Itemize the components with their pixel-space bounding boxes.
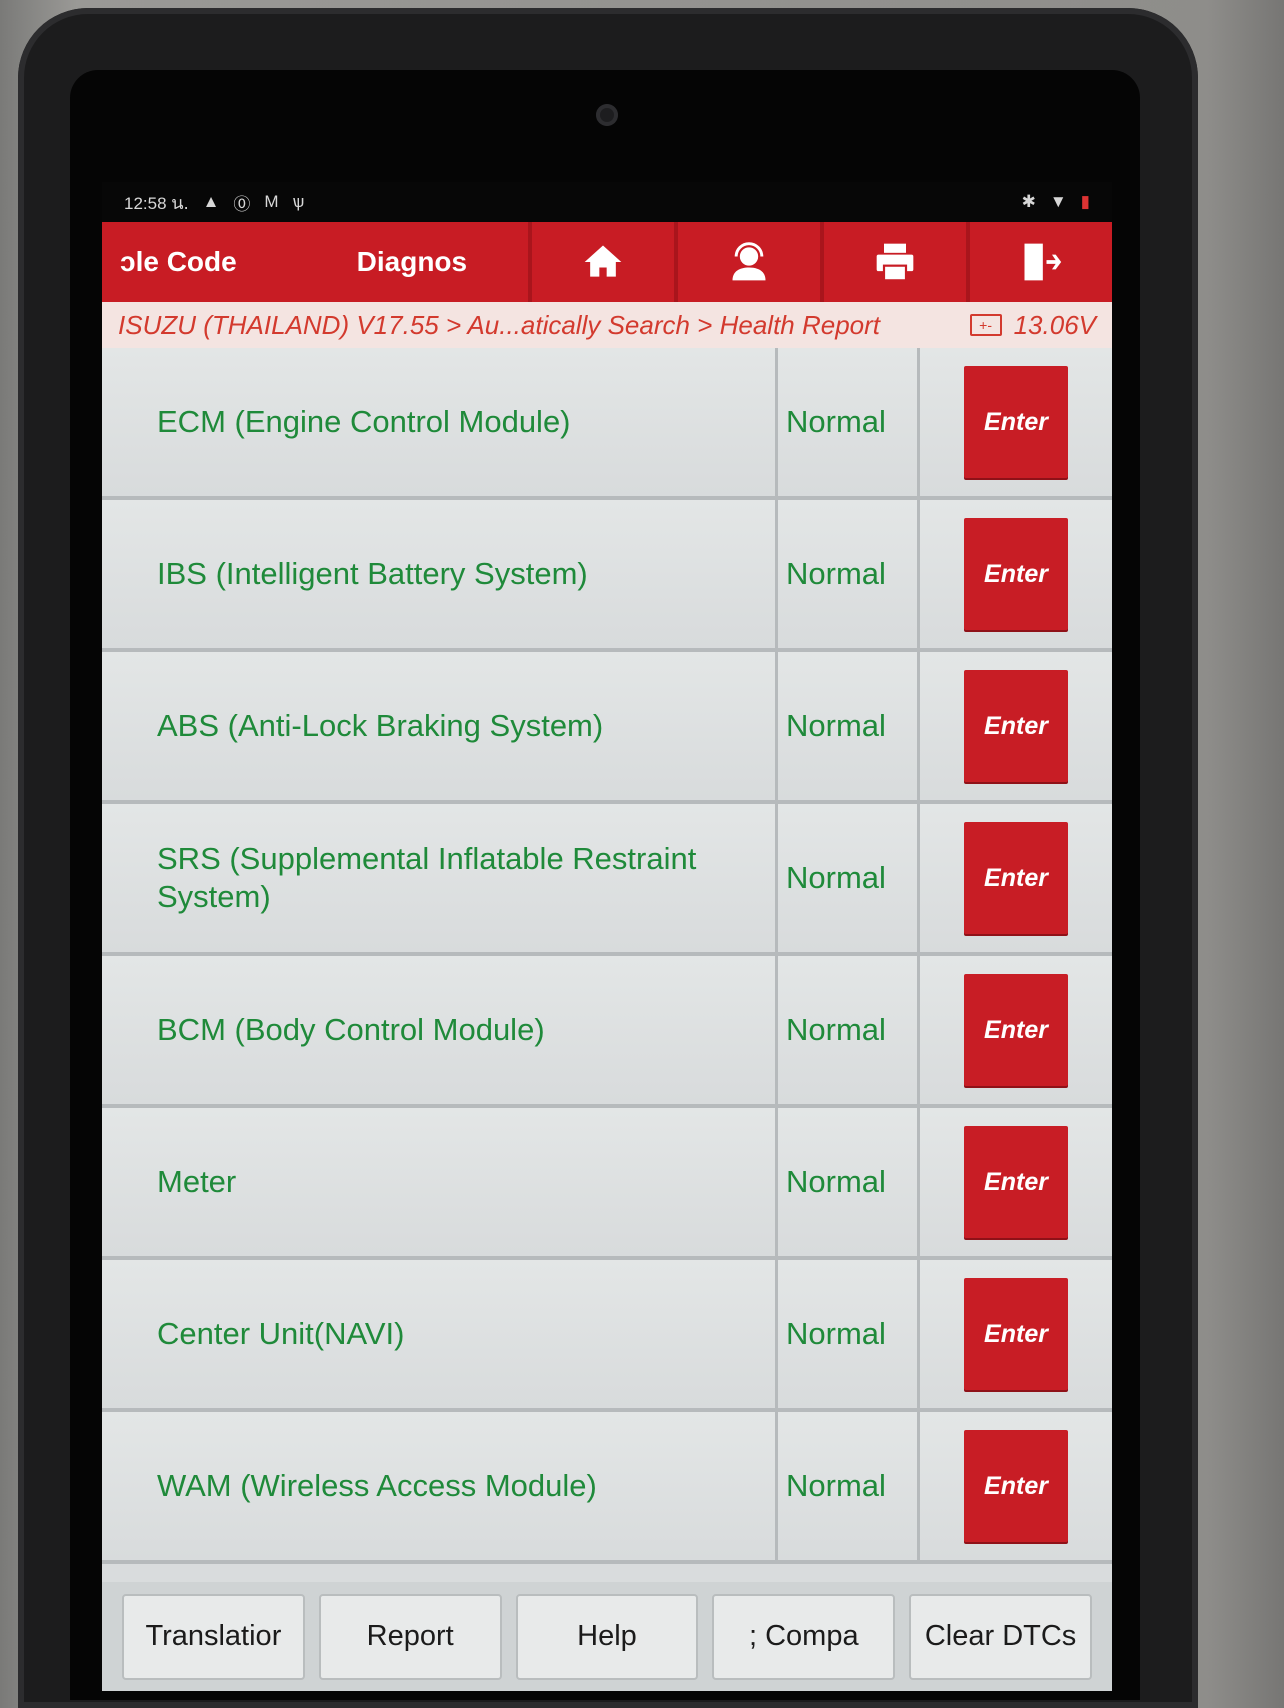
bottom-action-bar: Translatior Report Help ; Compa Clear DT… <box>102 1582 1112 1691</box>
support-button[interactable] <box>674 222 820 302</box>
compare-button[interactable]: ; Compa <box>712 1593 896 1680</box>
enter-button[interactable]: Enter <box>964 670 1068 782</box>
print-icon <box>876 243 914 282</box>
module-status: Normal <box>778 1412 920 1560</box>
exit-button[interactable] <box>966 222 1112 302</box>
tab-trouble-code[interactable]: ɔle Code <box>102 222 331 302</box>
warning-icon: ▲ <box>202 192 220 211</box>
toolbar: ɔle Code Diagnos <box>102 222 1112 302</box>
status-time: 12:58 น. <box>124 192 189 213</box>
module-name: ABS (Anti-Lock Braking System) <box>102 652 778 800</box>
enter-button[interactable]: Enter <box>964 366 1068 478</box>
bluetooth-icon: ✱ <box>1021 192 1036 211</box>
enter-button[interactable]: Enter <box>964 1278 1068 1390</box>
breadcrumb-path: ISUZU (THAILAND) V17.55 > Au...atically … <box>118 309 881 340</box>
module-status: Normal <box>778 1260 920 1408</box>
module-status: Normal <box>778 956 920 1104</box>
support-icon <box>732 242 766 281</box>
translation-button[interactable]: Translatior <box>122 1593 305 1680</box>
enter-button[interactable]: Enter <box>964 518 1068 630</box>
module-name: IBS (Intelligent Battery System) <box>102 500 778 648</box>
usb-icon: ѱ <box>292 192 305 211</box>
clear-dtcs-button[interactable]: Clear DTCs <box>909 1593 1092 1680</box>
tab-diagnose[interactable]: Diagnos <box>331 222 529 302</box>
module-name: BCM (Body Control Module) <box>102 956 778 1104</box>
module-row-ibs: IBS (Intelligent Battery System) Normal … <box>102 500 1112 652</box>
module-list: ECM (Engine Control Module) Normal Enter… <box>102 348 1112 1564</box>
home-button[interactable] <box>528 222 674 302</box>
module-name: WAM (Wireless Access Module) <box>102 1412 778 1560</box>
module-name: ECM (Engine Control Module) <box>102 348 778 496</box>
print-button[interactable] <box>820 222 966 302</box>
help-button[interactable]: Help <box>515 1593 699 1680</box>
module-row-center-unit: Center Unit(NAVI) Normal Enter <box>102 1260 1112 1412</box>
voltage-readout: 13.06V <box>1013 309 1096 340</box>
module-row-wam: WAM (Wireless Access Module) Normal Ente… <box>102 1412 1112 1564</box>
module-name: Meter <box>102 1108 778 1256</box>
module-status: Normal <box>778 500 920 648</box>
enter-button[interactable]: Enter <box>964 1430 1068 1542</box>
camera-lens <box>596 104 618 126</box>
screen: 12:58 น. ▲ ⓪ M ѱ ✱ ▼ ▮ ɔle Code Diagnos … <box>102 182 1112 1691</box>
module-status: Normal <box>778 1108 920 1256</box>
wifi-icon: ▼ <box>1049 192 1067 211</box>
module-row-ecm: ECM (Engine Control Module) Normal Enter <box>102 348 1112 500</box>
exit-icon <box>1024 243 1062 281</box>
module-status: Normal <box>778 804 920 952</box>
module-name: SRS (Supplemental Inflatable Restraint S… <box>102 804 778 952</box>
module-row-meter: Meter Normal Enter <box>102 1108 1112 1260</box>
report-button[interactable]: Report <box>318 1593 502 1680</box>
module-status: Normal <box>778 348 920 496</box>
module-name: Center Unit(NAVI) <box>102 1260 778 1408</box>
gmail-icon: M <box>264 192 279 211</box>
battery-icon: ▮ <box>1080 192 1090 211</box>
breadcrumb: ISUZU (THAILAND) V17.55 > Au...atically … <box>102 302 1112 348</box>
module-row-abs: ABS (Anti-Lock Braking System) Normal En… <box>102 652 1112 804</box>
home-icon <box>585 245 622 277</box>
enter-button[interactable]: Enter <box>964 822 1068 934</box>
battery-voltage-icon: +- <box>969 314 1002 336</box>
enter-button[interactable]: Enter <box>964 974 1068 1086</box>
status-bar: 12:58 น. ▲ ⓪ M ѱ ✱ ▼ ▮ <box>102 182 1112 222</box>
enter-button[interactable]: Enter <box>964 1126 1068 1238</box>
module-status: Normal <box>778 652 920 800</box>
module-row-srs: SRS (Supplemental Inflatable Restraint S… <box>102 804 1112 956</box>
module-row-bcm: BCM (Body Control Module) Normal Enter <box>102 956 1112 1108</box>
accessibility-icon: ⓪ <box>233 194 251 214</box>
